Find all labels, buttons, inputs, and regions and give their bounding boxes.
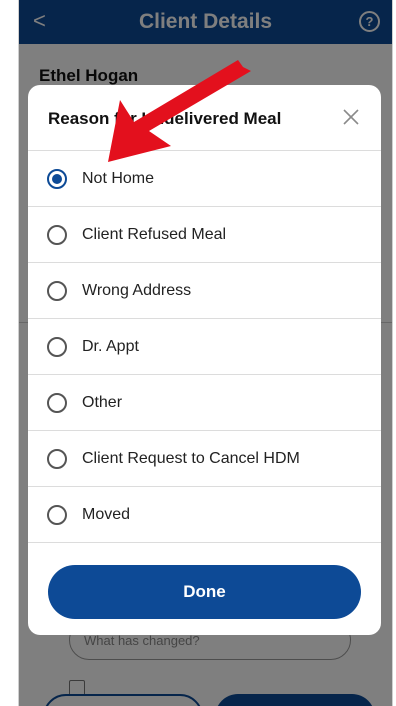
- option-not-home[interactable]: Not Home: [28, 151, 381, 207]
- radio-button[interactable]: [47, 337, 67, 357]
- option-label: Client Refused Meal: [82, 226, 227, 243]
- done-button[interactable]: Done: [48, 565, 361, 619]
- option-label: Dr. Appt: [82, 338, 139, 355]
- dialog-title: Reason for Undelivered Meal: [48, 109, 282, 128]
- option-dr-appt[interactable]: Dr. Appt: [28, 319, 381, 375]
- option-label: Other: [82, 394, 123, 411]
- radio-button[interactable]: [47, 225, 67, 245]
- reason-dialog: Reason for Undelivered Meal Not Home Cli…: [28, 85, 381, 635]
- option-client-request-cancel-hdm[interactable]: Client Request to Cancel HDM: [28, 431, 381, 487]
- option-label: Client Request to Cancel HDM: [82, 450, 300, 467]
- option-moved[interactable]: Moved: [28, 487, 381, 543]
- option-label: Not Home: [82, 170, 155, 187]
- close-icon[interactable]: [339, 105, 363, 129]
- option-label: Wrong Address: [82, 282, 192, 299]
- radio-button[interactable]: [47, 169, 67, 189]
- radio-button[interactable]: [47, 393, 67, 413]
- option-label: Moved: [82, 506, 131, 523]
- reason-options: Not Home Client Refused Meal Wrong Addre…: [28, 151, 381, 543]
- dialog-header: Reason for Undelivered Meal: [28, 85, 381, 151]
- option-client-refused-meal[interactable]: Client Refused Meal: [28, 207, 381, 263]
- option-wrong-address[interactable]: Wrong Address: [28, 263, 381, 319]
- option-other[interactable]: Other: [28, 375, 381, 431]
- radio-button[interactable]: [47, 449, 67, 469]
- radio-button[interactable]: [47, 281, 67, 301]
- radio-button[interactable]: [47, 505, 67, 525]
